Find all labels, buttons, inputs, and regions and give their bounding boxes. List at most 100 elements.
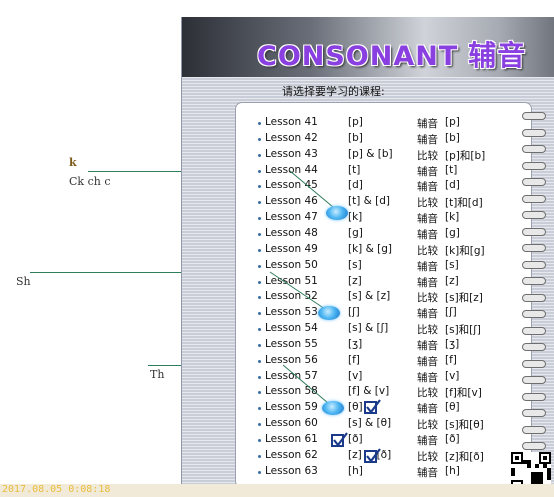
lesson-row[interactable]: Lesson 48 [g] 辅音 [g]	[236, 227, 526, 243]
lesson-symbol: [f] & [v]	[348, 385, 390, 398]
lesson-row[interactable]: Lesson 50 [s] 辅音 [s]	[236, 259, 526, 275]
lesson-type: 比较	[417, 387, 438, 400]
lesson-name[interactable]: Lesson 57	[265, 370, 318, 382]
lesson-symbol: [d]	[348, 179, 363, 192]
lesson-type: 比较	[417, 324, 438, 337]
lesson-name[interactable]: Lesson 55	[265, 338, 318, 350]
lesson-row[interactable]: Lesson 56 [f] 辅音 [f]	[236, 354, 526, 370]
bullet-icon	[258, 359, 261, 363]
lesson-detail: [v]	[445, 369, 460, 382]
bullet-icon	[258, 470, 261, 474]
lesson-row[interactable]: Lesson 45 [d] 辅音 [d]	[236, 179, 526, 195]
lesson-detail: [p]	[445, 116, 460, 128]
lesson-symbol: [f]	[348, 353, 360, 366]
lesson-row[interactable]: Lesson 41 [p] 辅音 [p]	[236, 116, 526, 132]
lesson-type: 比较	[417, 450, 438, 463]
lesson-name[interactable]: Lesson 45	[265, 179, 318, 191]
lesson-detail: [s]和[θ]	[445, 419, 484, 432]
header-title-cn: 辅音	[468, 39, 527, 72]
lesson-name[interactable]: Lesson 48	[265, 227, 318, 239]
lesson-symbol: [t]	[348, 163, 361, 176]
lesson-name[interactable]: Lesson 54	[265, 322, 318, 334]
bullet-icon	[258, 439, 261, 442]
lesson-name[interactable]: Lesson 49	[265, 243, 318, 255]
lesson-symbol: [p] & [b]	[348, 147, 393, 160]
lesson-row[interactable]: Lesson 51 [z] 辅音 [z]	[236, 275, 526, 291]
lesson-name[interactable]: Lesson 53	[265, 306, 318, 318]
lesson-row[interactable]: Lesson 53 [ʃ] 辅音 [ʃ]	[236, 306, 526, 322]
lesson-symbol: [k]	[348, 211, 363, 224]
lesson-type: 辅音	[417, 308, 438, 321]
lesson-name[interactable]: Lesson 43	[265, 148, 318, 160]
checkbox-icon[interactable]	[364, 448, 381, 463]
blue-bubble-icon[interactable]	[326, 206, 348, 220]
lesson-row[interactable]: Lesson 49 [k] & [g] 比较 [k]和[g]	[236, 243, 526, 259]
bullet-icon	[258, 201, 261, 205]
lesson-type: 比较	[417, 419, 438, 432]
binder-ring-icon	[522, 392, 546, 401]
lesson-name[interactable]: Lesson 52	[265, 290, 318, 302]
lesson-row[interactable]: Lesson 58 [f] & [v] 比较 [f]和[v]	[236, 385, 526, 401]
lesson-name[interactable]: Lesson 63	[265, 465, 318, 477]
lesson-name[interactable]: Lesson 59	[265, 401, 318, 413]
bullet-icon	[258, 423, 261, 427]
binder-ring-icon	[522, 343, 546, 351]
blue-bubble-icon[interactable]	[322, 401, 344, 415]
lesson-name[interactable]: Lesson 62	[265, 449, 318, 461]
lesson-row[interactable]: Lesson 42 [b] 辅音 [b]	[236, 132, 526, 148]
lesson-symbol: [s] & [z]	[348, 290, 391, 303]
lesson-row[interactable]: Lesson 43 [p] & [b] 比较 [p]和[b]	[236, 148, 526, 164]
lesson-type: 比较	[417, 292, 438, 305]
lesson-detail: [s]和[z]	[445, 292, 483, 305]
lesson-detail: [k]	[445, 211, 460, 224]
lesson-row[interactable]: Lesson 59 [θ] 辅音 [θ]	[236, 401, 526, 417]
lesson-name[interactable]: Lesson 60	[265, 417, 318, 429]
lesson-row[interactable]: Lesson 63 [h] 辅音 [h]	[236, 465, 526, 481]
lesson-row[interactable]: Lesson 54 [s] & [ʃ] 比较 [s]和[ʃ]	[236, 322, 526, 338]
checkbox-icon[interactable]	[331, 432, 348, 447]
lesson-row[interactable]: Lesson 44 [t] 辅音 [t]	[236, 164, 526, 180]
lesson-name[interactable]: Lesson 58	[265, 385, 318, 397]
lesson-symbol: [z]	[348, 274, 362, 287]
lesson-row[interactable]: Lesson 52 [s] & [z] 比较 [s]和[z]	[236, 290, 526, 306]
lesson-symbol: [k] & [g]	[348, 242, 392, 255]
bullet-icon	[258, 375, 261, 379]
lesson-row[interactable]: Lesson 57 [v] 辅音 [v]	[236, 370, 526, 386]
bullet-icon	[258, 169, 261, 173]
lesson-row[interactable]: Lesson 62[z] & [ð]比较[z]和[ð]	[236, 449, 526, 465]
lesson-type: 辅音	[417, 435, 438, 447]
lesson-detail: [f]和[v]	[445, 387, 482, 400]
annotation-k: k	[69, 156, 77, 169]
lesson-type: 辅音	[417, 118, 438, 130]
lesson-name[interactable]: Lesson 41	[265, 116, 318, 128]
lesson-name[interactable]: Lesson 47	[265, 211, 318, 223]
lesson-row[interactable]: Lesson 46 [t] & [d] 比较 [t]和[d]	[236, 195, 526, 211]
lesson-name[interactable]: Lesson 44	[265, 164, 318, 176]
annotation-th: Th	[150, 368, 165, 381]
checkbox-icon[interactable]	[364, 399, 381, 414]
lesson-symbol: [g]	[348, 226, 363, 239]
lesson-name[interactable]: Lesson 56	[265, 354, 318, 366]
lesson-type: 辅音	[417, 355, 438, 368]
bullet-icon	[258, 185, 261, 189]
binder-ring-icon	[522, 425, 546, 434]
lesson-name[interactable]: Lesson 61	[265, 433, 318, 445]
lesson-symbol: [s]	[348, 258, 362, 271]
lesson-row[interactable]: Lesson 60 [s] & [θ] 比较 [s]和[θ]	[236, 417, 526, 433]
lesson-type: 辅音	[417, 466, 438, 479]
lesson-name[interactable]: Lesson 46	[265, 195, 318, 207]
bullet-icon	[258, 122, 261, 125]
lesson-row[interactable]: Lesson 55 [ʒ] 辅音 [ʒ]	[236, 338, 526, 354]
lesson-row[interactable]: Lesson 47 [k] 辅音 [k]	[236, 211, 526, 227]
lesson-name[interactable]: Lesson 51	[265, 275, 318, 287]
lesson-detail: [ʒ]	[445, 337, 460, 350]
bullet-icon	[258, 343, 261, 347]
lesson-type: 辅音	[417, 403, 438, 416]
lesson-type: 辅音	[417, 213, 438, 226]
lesson-row[interactable]: Lesson 61 [ð] 辅音 [ð]	[236, 433, 526, 449]
lesson-detail: [f]	[445, 353, 457, 366]
lesson-name[interactable]: Lesson 42	[265, 132, 318, 144]
blue-bubble-icon[interactable]	[318, 306, 340, 320]
binder-ring-icon	[522, 376, 546, 384]
lesson-name[interactable]: Lesson 50	[265, 259, 318, 271]
